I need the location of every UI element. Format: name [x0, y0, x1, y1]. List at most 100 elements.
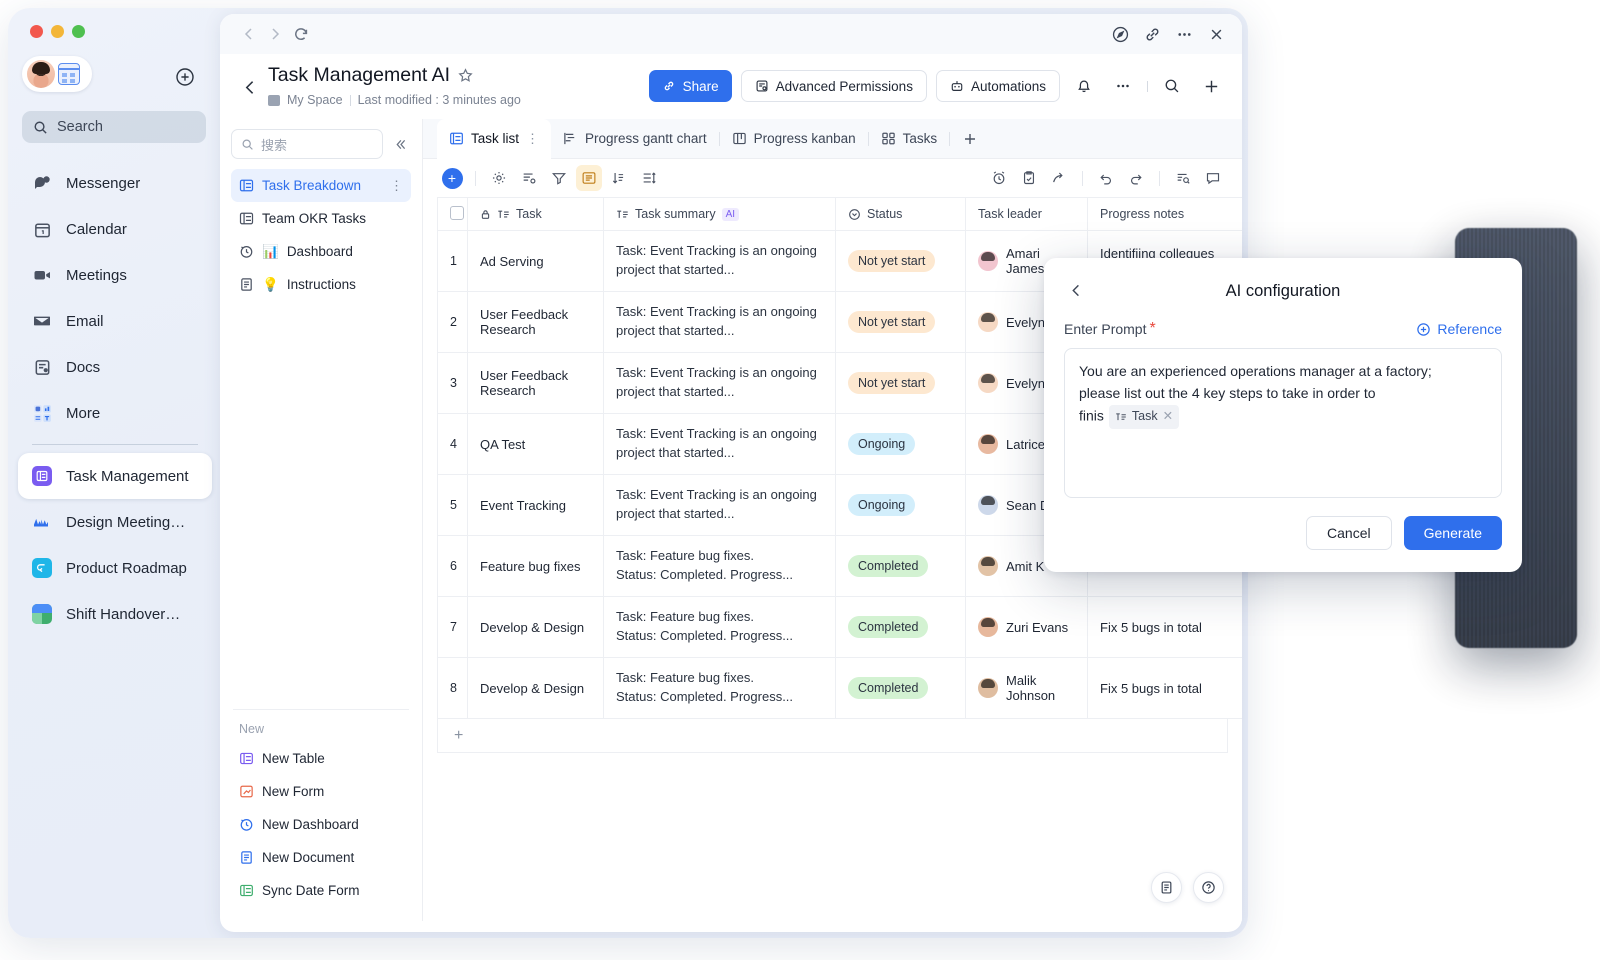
cell-status[interactable]: Completed [836, 536, 966, 597]
group-button[interactable] [576, 165, 602, 191]
checkbox-icon[interactable] [450, 206, 464, 220]
cell-task-summary[interactable]: Task: Feature bug fixes. Status: Complet… [604, 658, 836, 719]
sidebar-item-product-roadmap[interactable]: Product Roadmap [18, 545, 212, 591]
minimize-window-dot[interactable] [51, 25, 64, 38]
prompt-textarea[interactable]: You are an experienced operations manage… [1064, 348, 1502, 498]
search-input[interactable]: Search [22, 111, 206, 143]
sidebar-item-design-meeting[interactable]: Design Meeting… [18, 499, 212, 545]
task-log-button[interactable] [1016, 165, 1042, 191]
column-header-task[interactable]: Task [468, 198, 604, 231]
close-window-dot[interactable] [30, 25, 43, 38]
undo-button[interactable] [1093, 165, 1119, 191]
new-document-button[interactable]: New Document [231, 841, 411, 874]
add-row-button[interactable]: + [437, 719, 1228, 753]
new-table-button[interactable]: New Table [231, 742, 411, 775]
reminder-button[interactable] [986, 165, 1012, 191]
export-button[interactable] [1046, 165, 1072, 191]
redo-button[interactable] [1123, 165, 1149, 191]
tree-search-input[interactable]: 搜索 [231, 129, 383, 159]
select-all-header[interactable] [438, 198, 468, 231]
generate-button[interactable]: Generate [1404, 516, 1502, 550]
cell-task-summary[interactable]: Task: Event Tracking is an ongoing proje… [604, 231, 836, 292]
cell-task[interactable]: User Feedback Research [468, 353, 604, 414]
sidebar-item-docs[interactable]: Docs [18, 344, 212, 390]
column-header-task-summary[interactable]: Task summary AI [604, 198, 836, 231]
cell-task-leader[interactable]: Malik Johnson [966, 658, 1088, 719]
cell-status[interactable]: Completed [836, 658, 966, 719]
cell-status[interactable]: Not yet start [836, 231, 966, 292]
more-options-icon[interactable] [1108, 71, 1138, 101]
cell-task[interactable]: Develop & Design [468, 597, 604, 658]
sidebar-item-meetings[interactable]: Meetings [18, 252, 212, 298]
cell-task[interactable]: Feature bug fixes [468, 536, 604, 597]
column-header-progress-notes[interactable]: Progress notes [1088, 198, 1243, 231]
filter-button[interactable] [546, 165, 572, 191]
new-form-button[interactable]: New Form [231, 775, 411, 808]
tree-item-more-icon[interactable]: ⋮ [390, 178, 403, 194]
cell-task-summary[interactable]: Task: Feature bug fixes. Status: Complet… [604, 597, 836, 658]
sidebar-item-shift-handover[interactable]: Shift Handover… [18, 591, 212, 637]
sync-date-form-button[interactable]: Sync Date Form [231, 874, 411, 907]
cell-task[interactable]: Ad Serving [468, 231, 604, 292]
new-dashboard-button[interactable]: New Dashboard [231, 808, 411, 841]
field-reference-chip[interactable]: Task ✕ [1109, 405, 1179, 429]
search-icon[interactable] [1157, 71, 1187, 101]
share-button[interactable]: Share [649, 70, 732, 102]
cell-status[interactable]: Ongoing [836, 414, 966, 475]
column-header-status[interactable]: Status [836, 198, 966, 231]
forward-button[interactable] [262, 21, 288, 47]
cell-task-summary[interactable]: Task: Event Tracking is an ongoing proje… [604, 414, 836, 475]
cancel-button[interactable]: Cancel [1306, 516, 1392, 550]
sidebar-item-task-management[interactable]: Task Management [18, 453, 212, 499]
cell-task-leader[interactable]: Zuri Evans [966, 597, 1088, 658]
modal-back-button[interactable] [1064, 278, 1088, 302]
collapse-sidebar-button[interactable] [389, 133, 411, 155]
cell-task[interactable]: Develop & Design [468, 658, 604, 719]
table-row[interactable]: 7 Develop & Design Task: Feature bug fix… [438, 597, 1243, 658]
settings-button[interactable] [486, 165, 512, 191]
cell-status[interactable]: Not yet start [836, 292, 966, 353]
sort-button[interactable] [606, 165, 632, 191]
favorite-star-icon[interactable] [458, 68, 473, 83]
tab-tasks[interactable]: Tasks [869, 119, 950, 159]
table-row[interactable]: 8 Develop & Design Task: Feature bug fix… [438, 658, 1243, 719]
add-new-button[interactable] [174, 66, 196, 88]
advanced-permissions-button[interactable]: Advanced Permissions [741, 70, 927, 102]
add-view-button[interactable] [950, 119, 990, 159]
chip-remove-icon[interactable]: ✕ [1163, 407, 1173, 427]
tab-progress-gantt-chart[interactable]: Progress gantt chart [551, 119, 719, 159]
column-header-task-leader[interactable]: Task leader [966, 198, 1088, 231]
workspace-switcher[interactable] [22, 56, 92, 92]
compass-icon[interactable] [1111, 25, 1130, 44]
find-in-field-button[interactable] [1170, 165, 1196, 191]
more-icon[interactable] [1175, 25, 1194, 44]
document-button[interactable] [1151, 872, 1182, 903]
back-button[interactable] [236, 21, 262, 47]
cell-progress-notes[interactable]: Fix 5 bugs in total [1088, 658, 1243, 719]
reload-button[interactable] [288, 21, 314, 47]
sidebar-item-messenger[interactable]: Messenger [18, 160, 212, 206]
help-button[interactable] [1193, 872, 1224, 903]
cell-task[interactable]: Event Tracking [468, 475, 604, 536]
row-height-button[interactable] [636, 165, 662, 191]
add-icon[interactable] [1196, 71, 1226, 101]
tab-more-icon[interactable]: ⋮ [526, 131, 539, 147]
cell-task[interactable]: QA Test [468, 414, 604, 475]
cell-task-summary[interactable]: Task: Event Tracking is an ongoing proje… [604, 353, 836, 414]
cell-status[interactable]: Not yet start [836, 353, 966, 414]
tree-item-dashboard[interactable]: 📊 Dashboard [231, 235, 411, 268]
tab-progress-kanban[interactable]: Progress kanban [720, 119, 868, 159]
fields-button[interactable] [516, 165, 542, 191]
cell-task-summary[interactable]: Task: Feature bug fixes. Status: Complet… [604, 536, 836, 597]
cell-task-summary[interactable]: Task: Event Tracking is an ongoing proje… [604, 292, 836, 353]
close-icon[interactable] [1207, 25, 1226, 44]
navigate-back-button[interactable] [236, 70, 264, 104]
cell-status[interactable]: Completed [836, 597, 966, 658]
comment-button[interactable] [1200, 165, 1226, 191]
tree-item-team-okr-tasks[interactable]: Team OKR Tasks [231, 202, 411, 235]
add-record-button[interactable]: + [439, 165, 465, 191]
sidebar-item-email[interactable]: Email [18, 298, 212, 344]
tree-item-task-breakdown[interactable]: Task Breakdown ⋮ [231, 169, 411, 202]
reference-button[interactable]: Reference [1416, 321, 1502, 337]
cell-task-summary[interactable]: Task: Event Tracking is an ongoing proje… [604, 475, 836, 536]
